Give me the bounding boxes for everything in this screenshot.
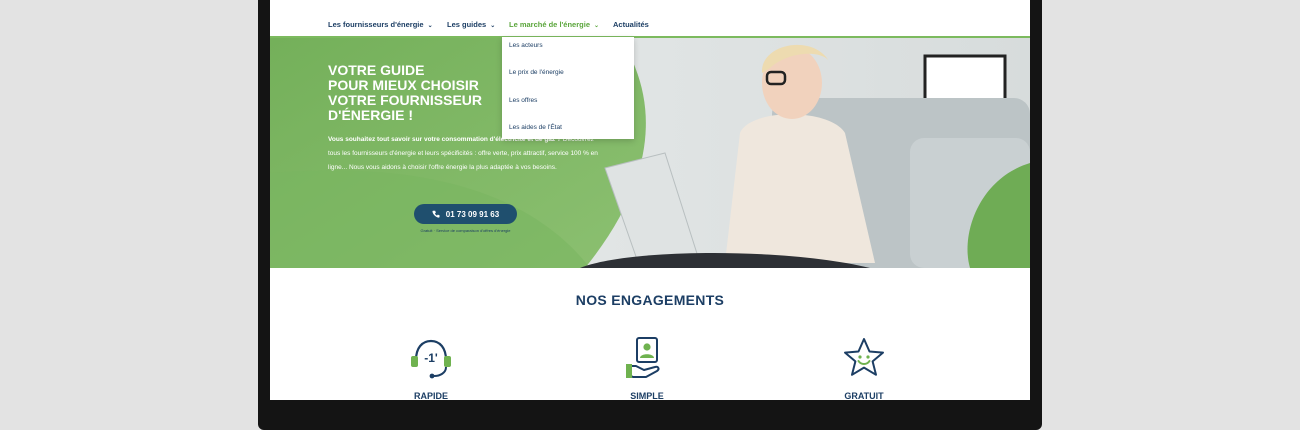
nav-item-actualites[interactable]: Actualités: [613, 20, 649, 29]
phone-number: 01 73 09 91 63: [445, 209, 500, 219]
hero-title-line: POUR MIEUX CHOISIR: [328, 77, 479, 93]
engagement-label-simple: SIMPLE: [630, 391, 664, 400]
dropdown-item-aides-etat[interactable]: Les aides de l'État: [509, 124, 562, 131]
main-navigation: Les fournisseurs d'énergie ⌄ Les guides ⌄ …: [270, 0, 1030, 38]
hero-title: VOTRE GUIDE POUR MIEUX CHOISIR VOTRE FOU…: [328, 63, 528, 123]
nav-item-label: Le marché de l'énergie: [509, 20, 590, 29]
hero-description: Vous souhaitez tout savoir sur votre con…: [328, 133, 600, 175]
engagement-label-gratuit: GRATUIT: [844, 391, 884, 400]
nav-item-label: Les fournisseurs d'énergie: [328, 20, 424, 29]
chevron-down-icon: ⌄: [427, 23, 433, 29]
dropdown-item-prix-energie[interactable]: Le prix de l'énergie: [509, 69, 564, 76]
headset-clock-icon: -1': [411, 339, 451, 379]
nav-item-fournisseurs[interactable]: Les fournisseurs d'énergie ⌄: [328, 20, 433, 29]
nav-item-label: Les guides: [447, 20, 487, 29]
chevron-down-icon: ⌄: [490, 23, 496, 29]
nav-item-label: Actualités: [613, 20, 649, 29]
engagement-label-rapide: RAPIDE: [413, 391, 448, 400]
hero-title-line: VOTRE FOURNISSEUR: [328, 92, 483, 108]
headset-icon-text: -1': [424, 351, 438, 365]
dropdown-item-acteurs[interactable]: Les acteurs: [509, 42, 543, 49]
phone-button[interactable]: 01 73 09 91 63: [414, 204, 517, 224]
dropdown-item-offres[interactable]: Les offres: [509, 97, 537, 104]
engagements-title: NOS ENGAGEMENTS: [575, 292, 725, 308]
nav-item-guides[interactable]: Les guides ⌄: [447, 20, 495, 29]
nav-item-marche-energie[interactable]: Le marché de l'énergie ⌄: [509, 20, 599, 29]
chevron-down-icon: ⌄: [593, 23, 600, 29]
phone-icon: [432, 210, 440, 218]
smiling-star-icon: [844, 338, 884, 376]
hero-banner: VOTRE GUIDE POUR MIEUX CHOISIR VOTRE FOU…: [270, 38, 1030, 268]
hero-title-line: VOTRE GUIDE: [328, 62, 425, 78]
phone-note: Gratuit · Service de comparaison d'offre…: [420, 228, 511, 233]
website-screen: Les fournisseurs d'énergie ⌄ Les guides ⌄ …: [270, 0, 1030, 400]
hand-profile-card-icon: [626, 337, 660, 378]
dropdown-menu-marche: Les acteurs Le prix de l'énergie Les off…: [502, 37, 634, 139]
hero-title-line: D'ÉNERGIE !: [328, 107, 414, 123]
